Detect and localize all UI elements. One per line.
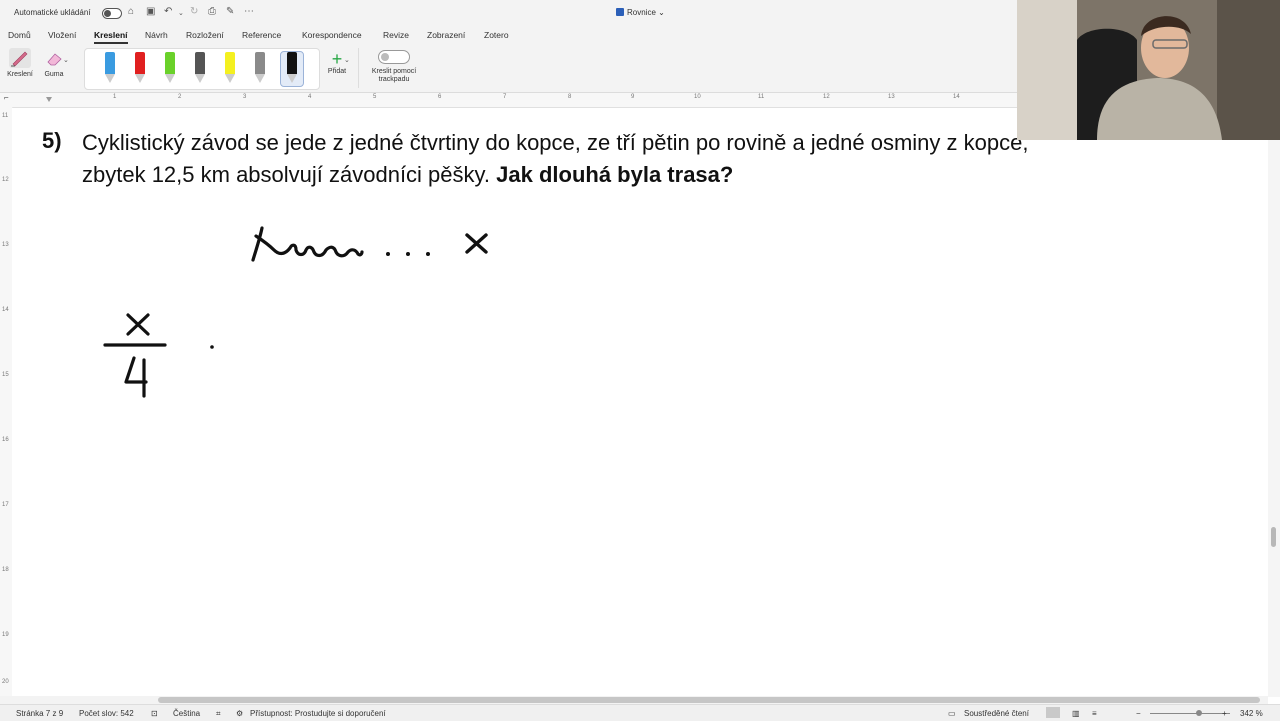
print-layout-icon[interactable] — [1046, 707, 1060, 718]
vertical-scroll-thumb[interactable] — [1271, 527, 1276, 547]
focus-icon: ▭ — [948, 709, 956, 718]
ink-dot — [386, 252, 390, 256]
zoom-out-icon[interactable]: − — [1136, 709, 1141, 718]
ink-word-trasa — [251, 226, 364, 262]
ink-dot — [426, 252, 430, 256]
status-bar: Stránka 7 z 9 Počet slov: 542 ⊡ Čeština … — [0, 704, 1280, 721]
vertical-scrollbar[interactable] — [1268, 107, 1280, 697]
zoom-level[interactable]: 342 % — [1240, 709, 1263, 718]
ink-fraction-x-over-4 — [103, 313, 167, 398]
ink-dot — [210, 345, 214, 349]
ink-dots — [386, 252, 430, 256]
web-layout-icon[interactable]: ▥ — [1072, 709, 1080, 718]
accessibility-icon: ⚙ — [236, 709, 244, 718]
page-indicator[interactable]: Stránka 7 z 9 — [16, 709, 63, 718]
track-changes-icon[interactable]: ⌗ — [216, 709, 221, 719]
zoom-slider[interactable] — [1150, 713, 1230, 714]
ink-x-variable — [465, 233, 488, 254]
zoom-in-icon[interactable]: + — [1222, 709, 1227, 718]
zoom-slider-knob[interactable] — [1196, 710, 1202, 716]
word-count[interactable]: Počet slov: 542 — [79, 709, 134, 718]
language-indicator[interactable]: Čeština — [173, 709, 200, 718]
webcam-overlay — [1017, 0, 1280, 140]
presenter-video — [1017, 0, 1280, 140]
outline-view-icon[interactable]: ≡ — [1092, 709, 1097, 718]
horizontal-scroll-thumb[interactable] — [158, 697, 1260, 703]
proofing-icon[interactable]: ⊡ — [151, 709, 158, 718]
focus-mode-button[interactable]: Soustředěné čtení — [964, 709, 1029, 718]
ink-dot — [406, 252, 410, 256]
accessibility-status[interactable]: Přístupnost: Prostudujte si doporučení — [250, 709, 386, 718]
horizontal-scrollbar[interactable] — [0, 696, 1268, 704]
